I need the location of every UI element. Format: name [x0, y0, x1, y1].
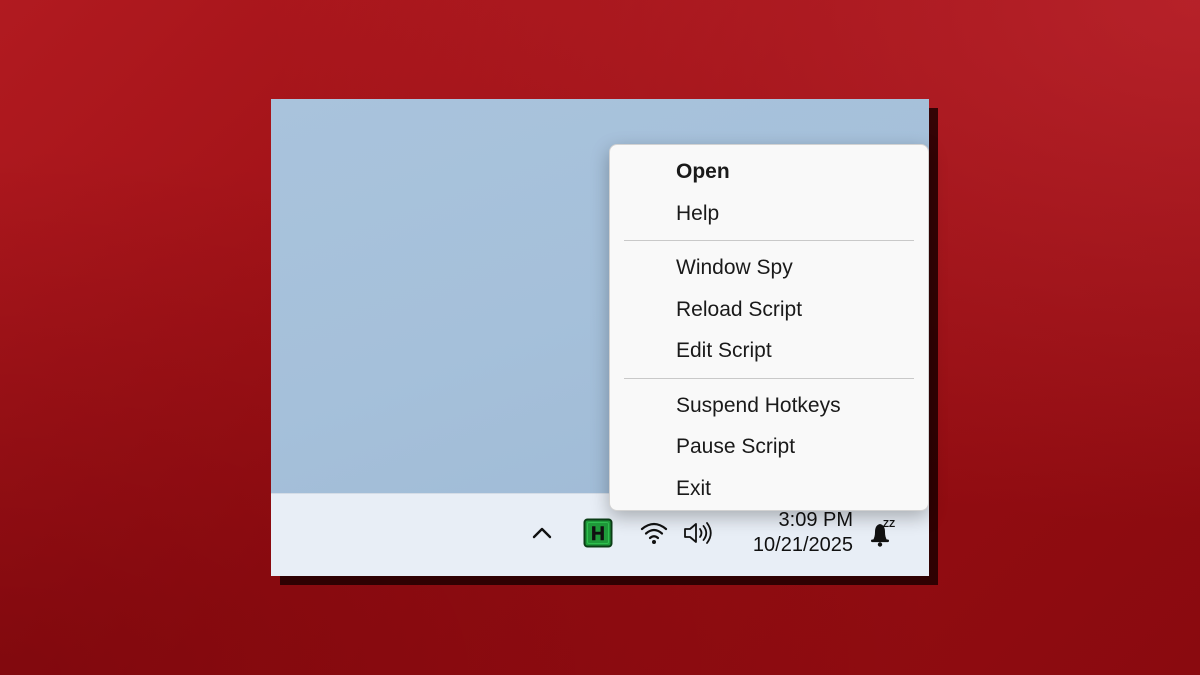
bell-snooze-badge: ZZ — [883, 519, 895, 530]
chevron-up-icon[interactable] — [529, 520, 555, 546]
menu-item-exit[interactable]: Exit — [610, 468, 928, 510]
wifi-icon[interactable] — [639, 520, 669, 546]
taskbar-clock[interactable]: 3:09 PM 10/21/2025 — [726, 508, 853, 558]
tray-context-menu: Open Help Window Spy Reload Script Edit … — [609, 144, 929, 511]
clock-date: 10/21/2025 — [752, 534, 853, 556]
menu-item-edit-script[interactable]: Edit Script — [610, 330, 928, 372]
clock-time: 3:09 PM — [778, 509, 853, 531]
menu-item-reload-script[interactable]: Reload Script — [610, 289, 928, 331]
menu-item-suspend-hotkeys[interactable]: Suspend Hotkeys — [610, 385, 928, 427]
bell-snooze-icon[interactable]: ZZ — [867, 516, 897, 548]
volume-icon[interactable] — [682, 520, 714, 546]
menu-item-open[interactable]: Open — [610, 151, 928, 193]
autohotkey-icon[interactable]: H — [583, 518, 613, 548]
menu-item-window-spy[interactable]: Window Spy — [610, 247, 928, 289]
menu-item-help[interactable]: Help — [610, 193, 928, 235]
menu-separator — [624, 377, 914, 379]
ahk-icon-letter: H — [591, 524, 605, 545]
menu-item-pause-script[interactable]: Pause Script — [610, 426, 928, 468]
menu-separator — [624, 240, 914, 241]
